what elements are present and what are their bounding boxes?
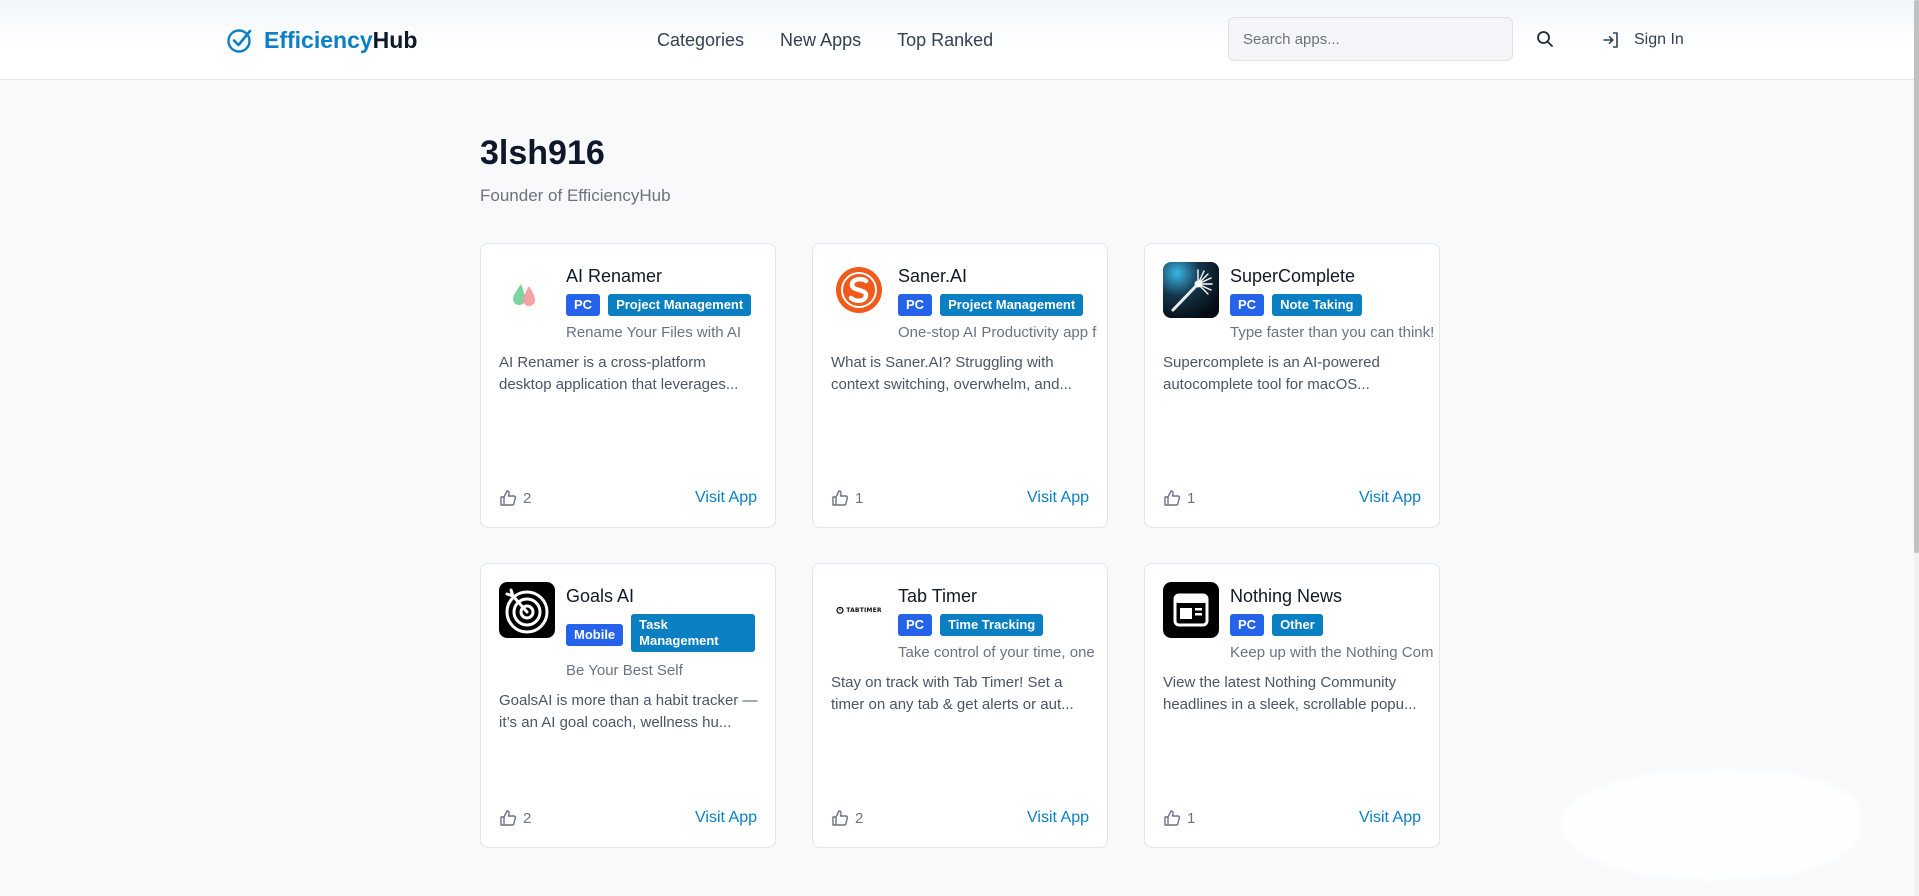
nav-top-ranked[interactable]: Top Ranked xyxy=(897,26,993,54)
app-tagline: Take control of your time, one xyxy=(898,644,1095,661)
app-description: View the latest Nothing Community headli… xyxy=(1163,674,1417,713)
app-tagline: Type faster than you can think! xyxy=(1230,324,1435,341)
thumbs-up-icon xyxy=(1164,810,1181,826)
visit-app-link[interactable]: Visit App xyxy=(1027,489,1089,507)
category-tag[interactable]: Project Management xyxy=(608,294,752,316)
app-description: GoalsAI is more than a habit tracker — i… xyxy=(499,692,758,731)
platform-tag[interactable]: PC xyxy=(1230,294,1265,316)
app-tagline: Be Your Best Self xyxy=(566,662,683,679)
search-input[interactable] xyxy=(1228,17,1513,61)
app-title[interactable]: SuperComplete xyxy=(1230,266,1355,287)
visit-app-link[interactable]: Visit App xyxy=(1359,489,1421,507)
sparkle-wand-icon xyxy=(1163,262,1219,318)
like-count: 2 xyxy=(523,809,532,827)
like-count: 2 xyxy=(523,489,532,507)
visit-app-link[interactable]: Visit App xyxy=(695,809,757,827)
thumbs-up-icon xyxy=(1164,490,1181,506)
platform-tag[interactable]: PC xyxy=(566,294,601,316)
saner-s-icon xyxy=(831,262,887,318)
app-description: Stay on track with Tab Timer! Set a time… xyxy=(831,674,1074,713)
app-description: Supercomplete is an AI-powered autocompl… xyxy=(1163,354,1380,393)
like-button[interactable]: 2 xyxy=(831,809,863,827)
tabtimer-logo-icon: TABTIMER xyxy=(831,582,887,638)
app-tags: PC Time Tracking xyxy=(898,614,1098,636)
search-icon xyxy=(1537,31,1553,47)
like-button[interactable]: 1 xyxy=(1163,809,1195,827)
like-button[interactable]: 2 xyxy=(499,489,531,507)
visit-app-link[interactable]: Visit App xyxy=(1027,809,1089,827)
platform-tag[interactable]: PC xyxy=(898,294,933,316)
app-card-saner-ai[interactable]: Saner.AI PC Project Management One-stop … xyxy=(812,243,1108,528)
drops-icon xyxy=(499,262,555,318)
app-card-nothing-news[interactable]: Nothing News PC Other Keep up with the N… xyxy=(1144,563,1440,848)
app-tags: PC Note Taking xyxy=(1230,294,1430,316)
app-title[interactable]: Tab Timer xyxy=(898,586,977,607)
check-circle-icon xyxy=(227,29,252,53)
like-button[interactable]: 2 xyxy=(499,809,531,827)
app-tags: PC Other xyxy=(1230,614,1430,636)
top-header: EfficiencyHub Categories New Apps Top Ra… xyxy=(0,0,1914,80)
like-count: 2 xyxy=(855,809,864,827)
scrollbar-thumb[interactable] xyxy=(1914,0,1919,553)
nav-categories[interactable]: Categories xyxy=(657,26,744,54)
nav-new-apps[interactable]: New Apps xyxy=(780,26,861,54)
app-tagline: One-stop AI Productivity app f xyxy=(898,324,1097,341)
sign-in-label: Sign In xyxy=(1634,31,1684,48)
thumbs-up-icon xyxy=(500,810,517,826)
app-tags: Mobile Task Management xyxy=(566,614,766,652)
category-tag[interactable]: Other xyxy=(1272,614,1323,636)
main-nav: Categories New Apps Top Ranked xyxy=(657,26,993,54)
like-count: 1 xyxy=(1187,809,1196,827)
app-title[interactable]: Saner.AI xyxy=(898,266,967,287)
target-icon xyxy=(499,582,555,638)
app-card-supercomplete[interactable]: SuperComplete PC Note Taking Type faster… xyxy=(1144,243,1440,528)
visit-app-link[interactable]: Visit App xyxy=(695,489,757,507)
search-button[interactable] xyxy=(1532,26,1558,52)
category-tag[interactable]: Note Taking xyxy=(1272,294,1362,316)
profile-role: Founder of EfficiencyHub xyxy=(480,186,671,205)
like-button[interactable]: 1 xyxy=(831,489,863,507)
thumbs-up-icon xyxy=(832,810,849,826)
sign-in-icon xyxy=(1603,32,1618,48)
app-tags: PC Project Management xyxy=(566,294,766,316)
platform-tag[interactable]: PC xyxy=(898,614,933,636)
thumbs-up-icon xyxy=(832,490,849,506)
platform-tag[interactable]: Mobile xyxy=(566,624,624,646)
app-card-ai-renamer[interactable]: AI Renamer PC Project Management Rename … xyxy=(480,243,776,528)
app-title[interactable]: Nothing News xyxy=(1230,586,1342,607)
app-card-goals-ai[interactable]: Goals AI Mobile Task Management Be Your … xyxy=(480,563,776,848)
redaction-smudge xyxy=(1560,770,1860,880)
like-button[interactable]: 1 xyxy=(1163,489,1195,507)
newspaper-icon xyxy=(1163,582,1219,638)
app-card-tab-timer[interactable]: TABTIMER Tab Timer PC Time Tracking Take… xyxy=(812,563,1108,848)
app-title[interactable]: AI Renamer xyxy=(566,266,662,287)
app-tagline: Keep up with the Nothing Com xyxy=(1230,644,1434,661)
app-title[interactable]: Goals AI xyxy=(566,586,634,607)
site-logo[interactable]: EfficiencyHub xyxy=(226,24,417,56)
thumbs-up-icon xyxy=(500,490,517,506)
app-description: AI Renamer is a cross-platform desktop a… xyxy=(499,354,739,393)
category-tag[interactable]: Time Tracking xyxy=(940,614,1044,636)
app-tagline: Rename Your Files with AI xyxy=(566,324,742,341)
profile-name: 3lsh916 xyxy=(480,134,605,172)
platform-tag[interactable]: PC xyxy=(1230,614,1265,636)
visit-app-link[interactable]: Visit App xyxy=(1359,809,1421,827)
app-description: What is Saner.AI? Struggling with contex… xyxy=(831,354,1072,393)
like-count: 1 xyxy=(1187,489,1196,507)
category-tag[interactable]: Task Management xyxy=(631,614,756,652)
like-count: 1 xyxy=(855,489,864,507)
logo-text: EfficiencyHub xyxy=(264,26,418,53)
sign-in-button[interactable]: Sign In xyxy=(1602,26,1684,54)
timer-icon xyxy=(836,606,844,614)
category-tag[interactable]: Project Management xyxy=(940,294,1084,316)
app-tags: PC Project Management xyxy=(898,294,1098,316)
